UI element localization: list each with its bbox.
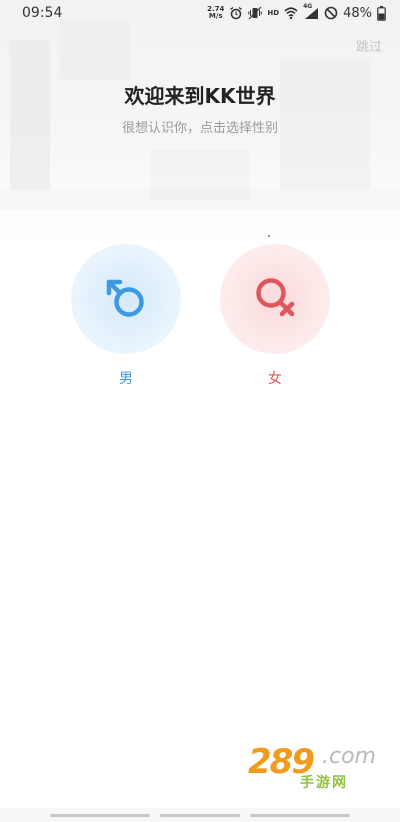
page-title: 欢迎来到KK世界: [124, 84, 276, 108]
decorative-dot: [268, 235, 270, 237]
nav-home-handle[interactable]: [160, 814, 240, 817]
female-option-button[interactable]: 女: [220, 244, 330, 394]
network-speed-unit: M/s: [208, 12, 223, 20]
status-time: 09:54: [22, 5, 63, 21]
skip-button[interactable]: 跳过: [356, 36, 382, 55]
site-watermark: 289 .com 手游网: [248, 742, 378, 792]
hd-indicator: HD: [267, 9, 280, 17]
status-icons: 2.74 M/s HD 4G 48%: [207, 3, 386, 22]
page-subtitle: 很想认识你，点击选择性别: [121, 121, 278, 136]
vibrate-icon: [248, 6, 263, 20]
navigation-bar: [0, 808, 400, 822]
battery-percent: 48%: [343, 5, 372, 21]
female-label: 女: [268, 371, 282, 387]
signal-label: 4G: [303, 3, 313, 10]
cell-signal-icon: 4G: [303, 3, 319, 20]
alarm-icon: [229, 6, 243, 20]
male-icon-circle: [71, 244, 181, 354]
network-speed: 2.74 M/s: [207, 6, 224, 20]
wifi-icon: [284, 6, 298, 20]
gender-selection-screen: 09:54 2.74 M/s HD 4G 48% 跳过 欢迎来到KK世界 很想认…: [0, 0, 400, 822]
male-option-button[interactable]: 男: [71, 244, 181, 394]
male-symbol-icon: [101, 272, 151, 326]
nav-back-handle[interactable]: [50, 814, 150, 817]
do-not-disturb-icon: [324, 6, 338, 20]
female-icon-circle: [220, 244, 330, 354]
status-bar: 09:54 2.74 M/s HD 4G 48%: [0, 0, 400, 26]
watermark-domain: .com: [322, 744, 376, 769]
watermark-text: 手游网: [300, 775, 348, 791]
male-label: 男: [119, 371, 133, 387]
nav-recents-handle[interactable]: [250, 814, 350, 817]
battery-icon: [377, 6, 386, 21]
female-symbol-icon: [250, 272, 300, 326]
